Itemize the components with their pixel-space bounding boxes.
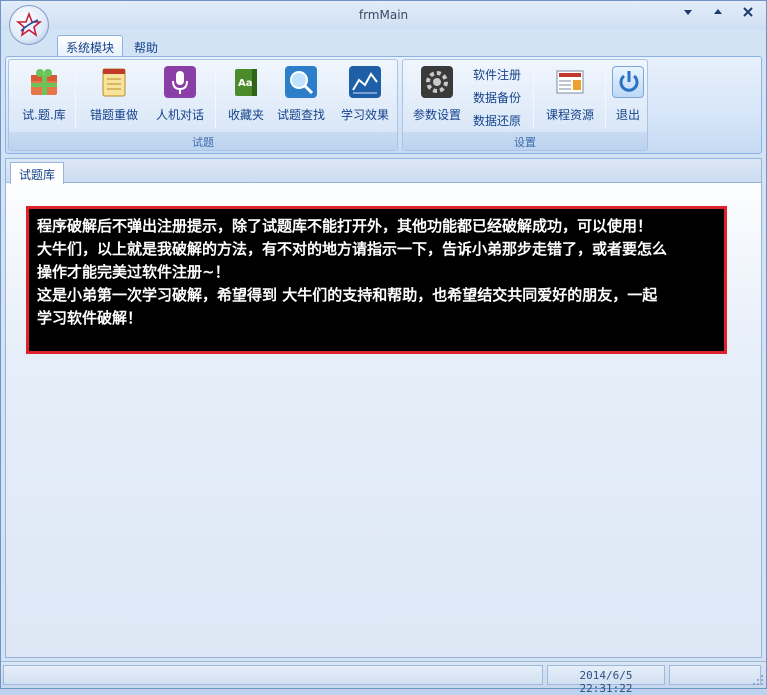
message-line: 学习软件破解！ [37,309,143,327]
course-resources-button[interactable]: 课程资源 [539,64,601,130]
main-window: frmMain 系统模块 帮助 试.题.库 错题重做 人机对话 Aa 收藏夹 试… [0,0,767,695]
question-bank-label: 试.题.库 [22,108,66,122]
power-icon [612,66,644,98]
data-backup-button[interactable]: 数据备份 [473,89,521,106]
document-tabstrip: 试题库 [6,159,761,184]
gift-box-icon [28,66,60,98]
parameter-settings-label: 参数设置 [412,108,461,122]
data-restore-button[interactable]: 数据还原 [473,112,521,129]
dialogue-label: 人机对话 [155,108,204,122]
learning-results-label: 学习效果 [340,108,389,122]
favorites-label: 收藏夹 [227,108,264,122]
status-datetime: 2014/6/5 22:31:22 [547,665,665,695]
document-area: 试题库 程序破解后不弹出注册提示，除了试题库不能打开外，其他功能都已经破解成功，… [5,158,762,658]
favorites-button[interactable]: Aa 收藏夹 [221,64,271,130]
separator [75,68,76,128]
title-bar[interactable]: frmMain [1,1,766,29]
separator [605,68,606,128]
book-icon: Aa [230,66,262,98]
exit-label: 退出 [615,108,640,122]
status-cell-extra [669,665,761,685]
ribbon-group-settings: 参数设置 软件注册 数据备份 数据还原 课程资源 退出 设置 [402,59,648,151]
group-caption-settings: 设置 [403,132,647,150]
tab-system-module[interactable]: 系统模块 [57,35,124,57]
message-line: 这是小弟第一次学习破解，希望得到 大牛们的支持和帮助，也希望结交共同爱好的朋友，… [37,286,658,304]
gear-icon [421,66,453,98]
notepad-icon [98,66,130,98]
ribbon-tabs: 系统模块 帮助 [57,35,167,57]
message-line: 程序破解后不弹出注册提示，除了试题库不能打开外，其他功能都已经破解成功，可以使用… [37,217,653,235]
window-controls [674,3,762,21]
search-questions-button[interactable]: 试题查找 [273,64,329,130]
course-resources-label: 课程资源 [545,108,594,122]
resize-grip-icon[interactable] [752,674,764,686]
minimize-icon[interactable] [674,3,702,21]
separator [533,68,534,128]
close-icon[interactable] [734,3,762,21]
group-caption-questions: 试题 [9,132,397,150]
redo-wrong-label: 错题重做 [89,108,138,122]
dialogue-button[interactable]: 人机对话 [149,64,211,130]
app-logo-icon [16,12,42,37]
separator [215,68,216,128]
status-cell-main [3,665,543,685]
search-questions-label: 试题查找 [276,108,325,122]
newspaper-icon [554,66,586,98]
chart-icon [349,66,381,98]
parameter-settings-button[interactable]: 参数设置 [409,64,465,130]
exit-button[interactable]: 退出 [611,64,645,130]
ribbon-panel: 试.题.库 错题重做 人机对话 Aa 收藏夹 试题查找 学习效果 试题 参数设置… [5,56,762,154]
ribbon-group-questions: 试.题.库 错题重做 人机对话 Aa 收藏夹 试题查找 学习效果 试题 [8,59,398,151]
question-bank-button[interactable]: 试.题.库 [19,64,69,130]
maximize-icon[interactable] [704,3,732,21]
magnifier-icon [285,66,317,98]
window-title: frmMain [358,8,409,22]
microphone-icon [164,66,196,98]
software-register-button[interactable]: 软件注册 [473,66,521,83]
message-line: 操作才能完美过软件注册~！ [37,263,230,281]
tab-question-bank[interactable]: 试题库 [10,162,65,184]
tab-help[interactable]: 帮助 [125,35,167,57]
app-menu-button[interactable] [9,5,49,45]
message-box: 程序破解后不弹出注册提示，除了试题库不能打开外，其他功能都已经破解成功，可以使用… [26,206,727,354]
message-line: 大牛们，以上就是我破解的方法，有不对的地方请指示一下，告诉小弟那步走错了，或者要… [37,240,668,258]
settings-small-buttons: 软件注册 数据备份 数据还原 [473,66,521,129]
redo-wrong-button[interactable]: 错题重做 [83,64,145,130]
status-bar: 2014/6/5 22:31:22 [1,661,766,695]
svg-text:Aa: Aa [238,78,253,89]
learning-results-button[interactable]: 学习效果 [337,64,393,130]
